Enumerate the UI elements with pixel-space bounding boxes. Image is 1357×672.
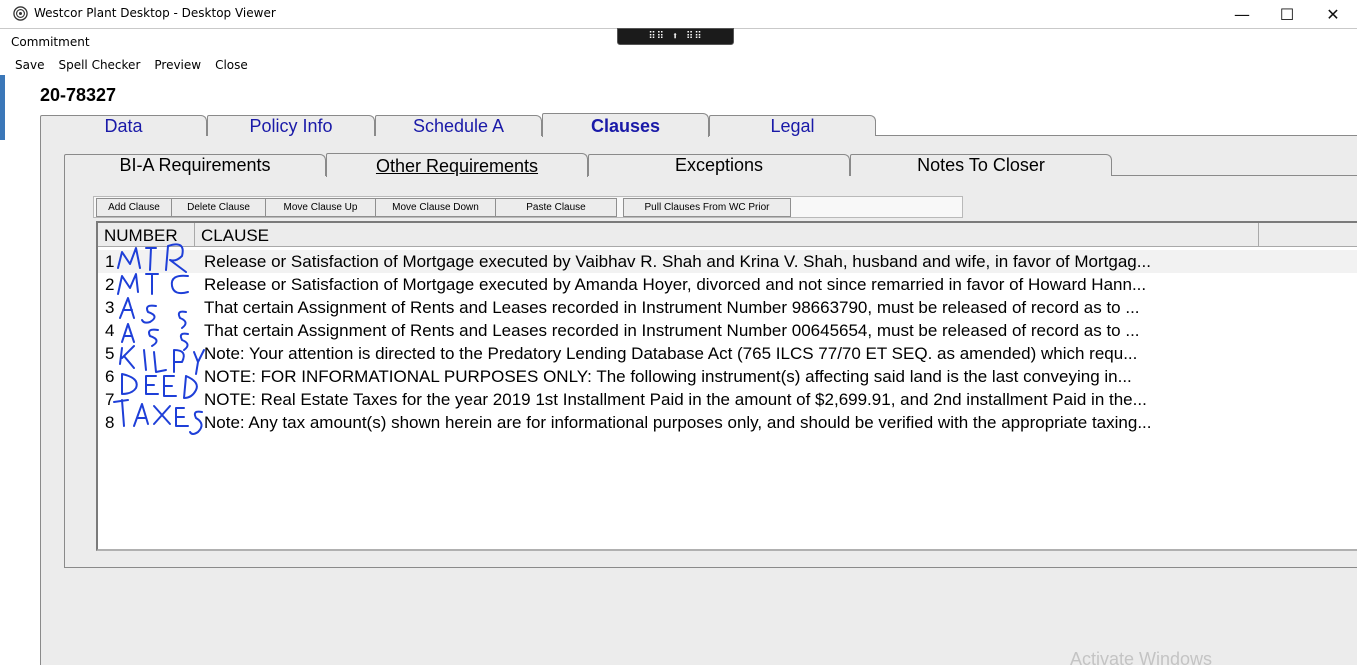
- row-clause: Release or Satisfaction of Mortgage exec…: [204, 275, 1147, 294]
- row-number: 1: [105, 252, 115, 271]
- row-number: 5: [105, 344, 115, 363]
- clause-table[interactable]: NUMBER CLAUSE 1 Release or Satisfaction …: [96, 221, 1357, 551]
- move-clause-down-button[interactable]: Move Clause Down: [375, 198, 496, 217]
- menu-save[interactable]: Save: [0, 55, 51, 75]
- window-title: Westcor Plant Desktop - Desktop Viewer: [34, 6, 276, 20]
- tab-clauses[interactable]: Clauses: [542, 113, 709, 137]
- file-number: 20-78327: [40, 85, 117, 105]
- row-number: 4: [105, 321, 115, 340]
- form-title: Commitment: [11, 35, 90, 49]
- activation-watermark: Activate Windows: [1070, 649, 1213, 669]
- clause-toolbar: Add Clause Delete Clause Move Clause Up …: [93, 196, 963, 218]
- tab-notes-to-closer[interactable]: Notes To Closer: [850, 154, 1112, 176]
- tab-schedule-a[interactable]: Schedule A: [375, 115, 542, 136]
- row-clause: Note: Any tax amount(s) shown herein are…: [204, 413, 1152, 432]
- column-header-spacer: [1259, 223, 1357, 247]
- row-number: 3: [105, 298, 115, 317]
- row-clause: That certain Assignment of Rents and Lea…: [204, 298, 1140, 317]
- close-icon[interactable]: ✕: [1310, 0, 1356, 28]
- table-row[interactable]: 1 Release or Satisfaction of Mortgage ex…: [98, 250, 1357, 273]
- table-row[interactable]: 8 Note: Any tax amount(s) shown herein a…: [98, 411, 1357, 434]
- tab-data[interactable]: Data: [40, 115, 207, 136]
- window-edge: [0, 75, 5, 140]
- table-row[interactable]: 5 Note: Your attention is directed to th…: [98, 342, 1357, 365]
- table-row[interactable]: 7 NOTE: Real Estate Taxes for the year 2…: [98, 388, 1357, 411]
- row-clause: Release or Satisfaction of Mortgage exec…: [204, 252, 1151, 271]
- move-clause-up-button[interactable]: Move Clause Up: [265, 198, 376, 217]
- tab-bi-a-requirements[interactable]: BI-A Requirements: [64, 154, 326, 176]
- row-clause: NOTE: FOR INFORMATIONAL PURPOSES ONLY: T…: [204, 367, 1132, 386]
- row-number: 8: [105, 413, 115, 432]
- menu-close[interactable]: Close: [215, 55, 255, 75]
- menu-preview[interactable]: Preview: [154, 55, 208, 75]
- tab-other-requirements[interactable]: Other Requirements: [326, 153, 588, 177]
- row-number: 7: [105, 390, 115, 409]
- column-header-number[interactable]: NUMBER: [98, 223, 195, 247]
- table-row[interactable]: 2 Release or Satisfaction of Mortgage ex…: [98, 273, 1357, 296]
- tab-legal[interactable]: Legal: [709, 115, 876, 136]
- row-clause: That certain Assignment of Rents and Lea…: [204, 321, 1140, 340]
- menu-bar: Save Spell Checker Preview Close: [0, 55, 255, 75]
- column-header-clause[interactable]: CLAUSE: [195, 223, 1259, 247]
- row-number: 6: [105, 367, 115, 386]
- row-number: 2: [105, 275, 115, 294]
- table-row[interactable]: 3 That certain Assignment of Rents and L…: [98, 296, 1357, 319]
- pull-clauses-button[interactable]: Pull Clauses From WC Prior: [623, 198, 791, 217]
- paste-clause-button[interactable]: Paste Clause: [495, 198, 617, 217]
- tab-exceptions[interactable]: Exceptions: [588, 154, 850, 176]
- maximize-icon[interactable]: ☐: [1264, 0, 1310, 28]
- table-row[interactable]: 4 That certain Assignment of Rents and L…: [98, 319, 1357, 342]
- table-row[interactable]: 6 NOTE: FOR INFORMATIONAL PURPOSES ONLY:…: [98, 365, 1357, 388]
- title-bar: Westcor Plant Desktop - Desktop Viewer —…: [0, 0, 1357, 28]
- remote-toolbar-handle[interactable]: ⠿⠿ ⬆ ⠿⠿: [617, 28, 734, 45]
- table-header: NUMBER CLAUSE: [98, 223, 1357, 247]
- menu-spell-checker[interactable]: Spell Checker: [58, 55, 147, 75]
- row-clause: Note: Your attention is directed to the …: [204, 344, 1138, 363]
- add-clause-button[interactable]: Add Clause: [96, 198, 172, 217]
- minimize-icon[interactable]: —: [1219, 0, 1265, 28]
- tab-policy-info[interactable]: Policy Info: [207, 115, 375, 136]
- delete-clause-button[interactable]: Delete Clause: [171, 198, 266, 217]
- row-clause: NOTE: Real Estate Taxes for the year 201…: [204, 390, 1147, 409]
- app-icon: [13, 6, 28, 21]
